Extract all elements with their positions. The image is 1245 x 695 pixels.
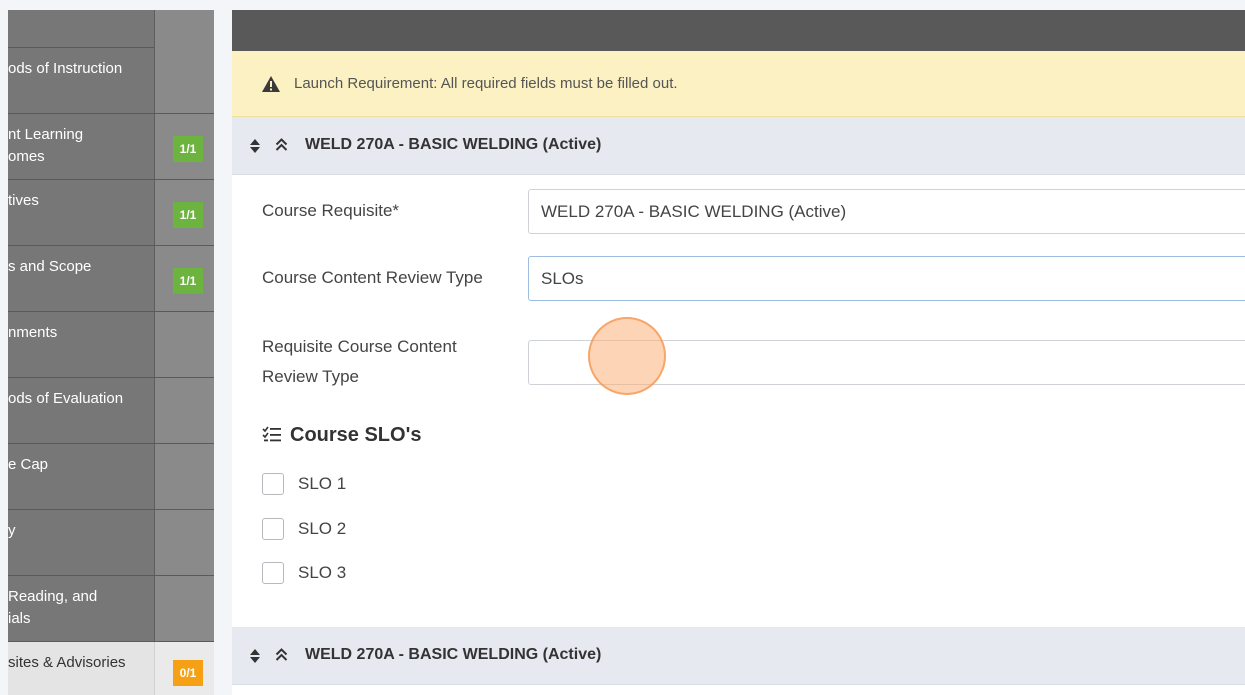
sidebar-header-status-column	[154, 10, 214, 48]
sidebar-item-status: 1/1	[154, 180, 214, 245]
sidebar-item-course-cap[interactable]: e Cap	[8, 444, 214, 510]
requisite-course-content-review-type-label: Requisite Course Content Review Type	[262, 337, 457, 386]
course-slos-heading-text: Course SLO's	[290, 424, 422, 446]
sidebar-item-status	[154, 510, 214, 575]
sidebar-item-label: e Cap	[8, 456, 49, 473]
sidebar-header	[8, 10, 214, 48]
sidebar-item-status	[154, 378, 214, 443]
sidebar-item-status: 1/1	[154, 246, 214, 311]
alert-text: Launch Requirement: All required fields …	[294, 75, 678, 92]
sidebar-item-label: y	[8, 522, 16, 539]
course-requisite-select[interactable]: WELD 270A - BASIC WELDING (Active)	[528, 189, 1245, 234]
sidebar-item-status	[154, 444, 214, 509]
slo-3-checkbox[interactable]	[262, 562, 284, 584]
click-indicator	[588, 317, 666, 395]
completion-badge: 0/1	[173, 660, 203, 686]
sidebar-item-methods-of-instruction[interactable]: ods of Instruction	[8, 48, 214, 114]
chevron-double-up-icon[interactable]	[275, 647, 288, 663]
completion-badge: 1/1	[173, 136, 203, 162]
main-panel: Launch Requirement: All required fields …	[232, 10, 1245, 695]
top-bar	[232, 10, 1245, 51]
sidebar: ods of Instruction nt Learning omes 1/1 …	[8, 10, 214, 695]
sidebar-item-status	[154, 312, 214, 377]
slo-2-label[interactable]: SLO 2	[298, 517, 346, 541]
sidebar-item-status	[154, 48, 214, 113]
sidebar-item-textbooks-reading-and-materials[interactable]: Reading, and ials	[8, 576, 214, 642]
sidebar-item-assignments[interactable]: nments	[8, 312, 214, 378]
sort-icon[interactable]	[249, 648, 261, 664]
slo-3-label[interactable]: SLO 3	[298, 561, 346, 585]
sidebar-item-status: 1/1	[154, 114, 214, 179]
launch-requirement-alert: Launch Requirement: All required fields …	[232, 51, 1245, 117]
completion-badge: 1/1	[173, 268, 203, 294]
chevron-double-up-icon[interactable]	[275, 137, 288, 153]
warning-icon	[262, 76, 280, 92]
completion-badge: 1/1	[173, 202, 203, 228]
slo-1-label[interactable]: SLO 1	[298, 472, 346, 496]
slo-2-checkbox[interactable]	[262, 518, 284, 540]
sidebar-item-label: tives	[8, 192, 39, 209]
section-title: WELD 270A - BASIC WELDING (Active)	[305, 136, 602, 153]
sort-icon[interactable]	[249, 138, 261, 154]
sidebar-item-status: 0/1	[154, 642, 214, 695]
sidebar-item-label: ods of Evaluation	[8, 390, 124, 407]
course-content-review-type-label: Course Content Review Type	[262, 268, 483, 287]
sidebar-item-methods-of-evaluation[interactable]: ods of Evaluation	[8, 378, 214, 444]
slo-1-checkbox[interactable]	[262, 473, 284, 495]
sidebar-item-objectives[interactable]: tives 1/1	[8, 180, 214, 246]
course-requisite-label: Course Requisite*	[262, 201, 400, 220]
sidebar-item-student-learning-outcomes[interactable]: nt Learning omes 1/1	[8, 114, 214, 180]
requisite-section-header[interactable]: WELD 270A - BASIC WELDING (Active)	[232, 627, 1245, 685]
sidebar-item-requisites-and-advisories[interactable]: sites & Advisories 0/1	[8, 642, 214, 695]
sidebar-item-status	[154, 576, 214, 641]
app-window: ods of Instruction nt Learning omes 1/1 …	[0, 0, 1245, 695]
section-title: WELD 270A - BASIC WELDING (Active)	[305, 646, 602, 663]
sidebar-item-contents-and-scope[interactable]: s and Scope 1/1	[8, 246, 214, 312]
requisite-section-header[interactable]: WELD 270A - BASIC WELDING (Active)	[232, 117, 1245, 175]
course-slos-heading: Course SLO's	[262, 424, 421, 447]
sidebar-item-label: nments	[8, 324, 58, 341]
checklist-icon	[262, 426, 281, 442]
sidebar-item-label: s and Scope	[8, 258, 92, 275]
sidebar-item-label: sites & Advisories	[8, 654, 126, 671]
course-content-review-type-select[interactable]: SLOs	[528, 256, 1245, 301]
sidebar-item-label: ods of Instruction	[8, 60, 123, 77]
sidebar-item-label: Reading, and ials	[8, 588, 98, 627]
sidebar-item-label: nt Learning omes	[8, 126, 84, 165]
sidebar-item-y[interactable]: y	[8, 510, 214, 576]
